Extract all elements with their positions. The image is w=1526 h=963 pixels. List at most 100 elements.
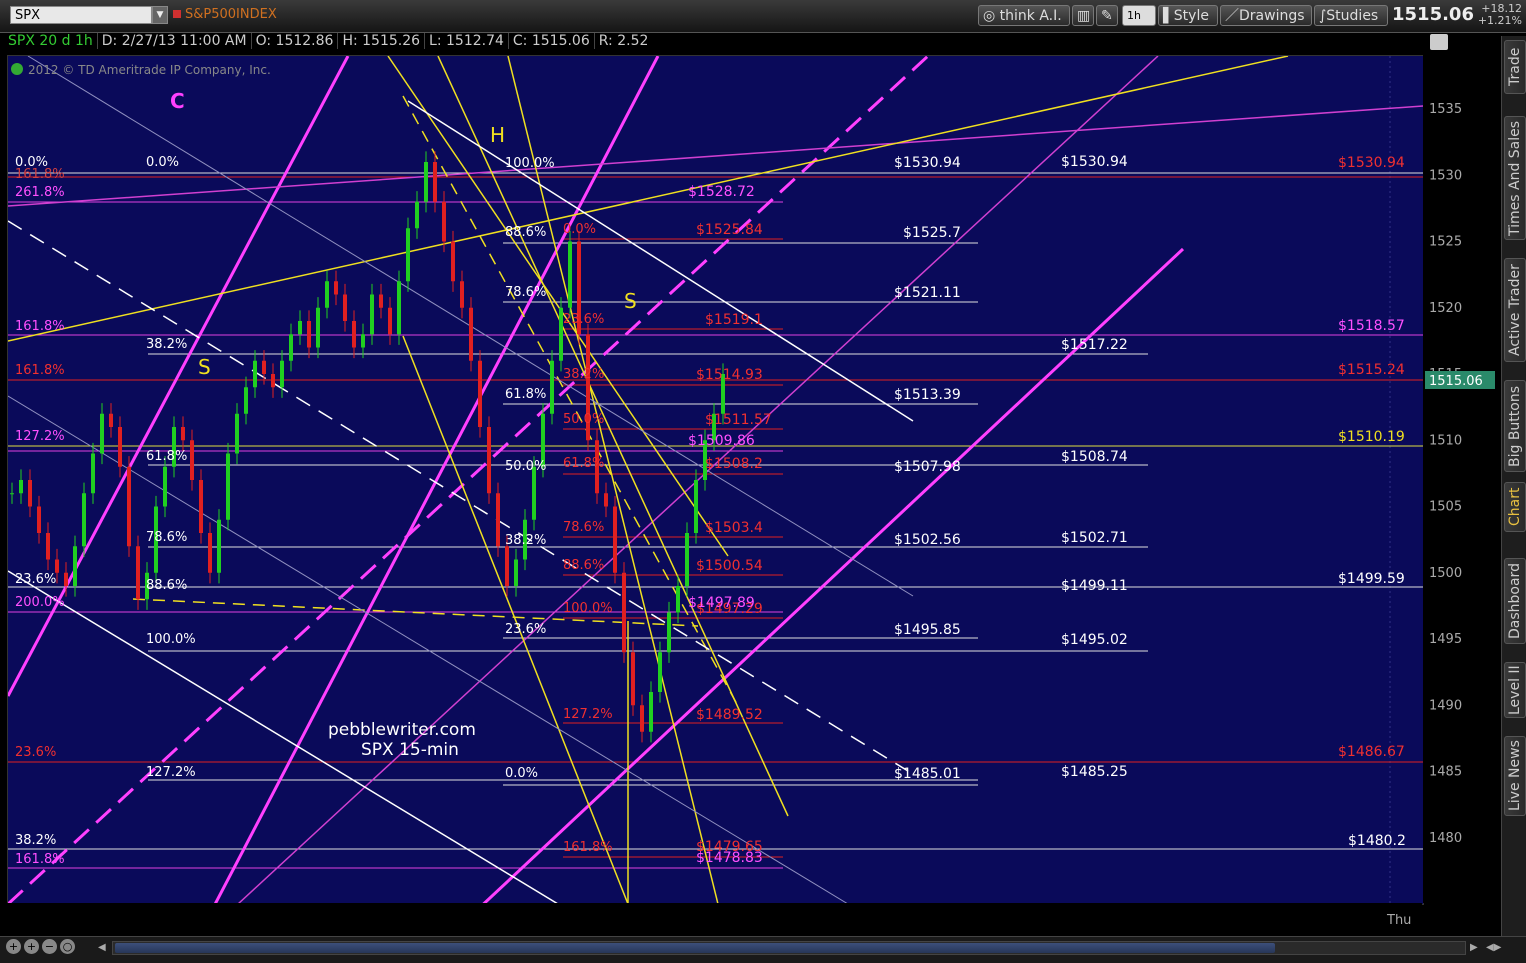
chart-settings-icon[interactable] [1430, 34, 1448, 50]
price-label: $1525.7 [903, 225, 961, 241]
candle-body [361, 334, 365, 348]
sidebar-tab-chart[interactable]: Chart [1504, 482, 1526, 532]
zoom-fit-icon[interactable]: + [6, 939, 21, 954]
candle-body [685, 533, 689, 586]
chart-ticker[interactable]: SPX 20 d 1h [8, 33, 98, 49]
price-label: $1530.94 [1061, 154, 1128, 170]
fib-label: 161.8% [15, 167, 65, 182]
sidebar-tab-live-news[interactable]: Live News [1504, 736, 1526, 816]
sidebar-tab-dashboard[interactable]: Dashboard [1504, 558, 1526, 644]
price-axis[interactable]: 1535153015251520151515101505150014951490… [1423, 55, 1501, 903]
fib-label: 38.2% [505, 533, 546, 548]
candle-body [505, 546, 509, 586]
drawings-button[interactable]: ／Drawings [1220, 5, 1312, 26]
right-sidebar: Trade Times And Sales Active Trader Big … [1501, 36, 1526, 936]
candle-body [343, 294, 347, 321]
scrollbar-thumb[interactable] [115, 943, 1275, 953]
think-ai-button[interactable]: ◎ think A.I. [978, 5, 1070, 26]
price-axis-tick: 1480 [1429, 831, 1462, 846]
price-label: $1485.01 [894, 766, 961, 782]
style-button[interactable]: ▌Style [1158, 5, 1218, 26]
fib-label: 100.0% [505, 156, 555, 171]
symbol-input[interactable]: SPX [10, 6, 152, 24]
scroll-left-icon[interactable]: ◀ [98, 942, 106, 953]
candle-body [694, 480, 698, 533]
price-label: $1502.71 [1061, 530, 1128, 546]
pattern-label-c: C [170, 89, 185, 113]
price-label: $1515.24 [1338, 362, 1405, 378]
drawings-label: Drawings [1239, 8, 1305, 24]
price-axis-tick: 1520 [1429, 301, 1462, 316]
sidebar-tab-trade[interactable]: Trade [1504, 40, 1526, 94]
chart-scrollbar[interactable] [112, 941, 1466, 955]
candle-body [550, 360, 554, 414]
candle-body [217, 519, 221, 573]
price-axis-tick: 1490 [1429, 698, 1462, 713]
status-icon [11, 63, 23, 75]
price-chart[interactable]: C H S S pebblewriter.com SPX 15-min 2012… [7, 55, 1424, 905]
price-axis-tick: 1485 [1429, 765, 1462, 780]
sidebar-tab-big-buttons[interactable]: Big Buttons [1504, 380, 1526, 472]
symbol-description-text: S&P500INDEX [185, 7, 277, 22]
fib-label: 78.6% [505, 285, 546, 300]
fib-label: 161.8% [15, 852, 65, 867]
top-toolbar: SPX ▼ S&P500INDEX ◎ think A.I. ▥ ✎ 1h ▌S… [0, 0, 1526, 33]
candle-body [289, 334, 293, 361]
think-ai-label: think A.I. [999, 8, 1062, 24]
symbol-description: S&P500INDEX [173, 7, 277, 22]
price-label: $1514.93 [696, 367, 763, 383]
sidebar-tab-active-trader[interactable]: Active Trader [1504, 258, 1526, 362]
candle-body [442, 201, 446, 242]
zoom-in-icon[interactable]: + [24, 939, 39, 954]
time-axis-label: Thu [1387, 913, 1412, 928]
price-label: $1511.57 [705, 412, 772, 428]
zoom-out-icon[interactable]: − [42, 939, 57, 954]
zoom-reset-icon[interactable]: ○ [60, 939, 75, 954]
candle-body [190, 440, 194, 480]
candle-body [19, 480, 23, 494]
fib-label: 38.2% [15, 833, 56, 848]
price-label: $1485.25 [1061, 764, 1128, 780]
fib-label: 23.6% [15, 745, 56, 760]
candle-body [46, 533, 50, 560]
price-label: $1489.52 [696, 707, 763, 723]
sidebar-tab-times-and-sales[interactable]: Times And Sales [1504, 116, 1526, 240]
candle-body [460, 281, 464, 308]
last-price: 1515.06 [1392, 4, 1474, 25]
price-axis-svg: 1535153015251520151515101505150014951490… [1425, 102, 1495, 846]
candle-body [604, 493, 608, 507]
candle-body [631, 652, 635, 706]
price-label: $1480.2 [1348, 833, 1406, 849]
candle-body [433, 162, 437, 202]
price-label: $1525.84 [696, 222, 763, 238]
scroll-right-icon[interactable]: ▶ [1470, 942, 1478, 953]
fib-label: 127.2% [146, 765, 196, 780]
bar-low: L: 1512.74 [429, 33, 509, 49]
price-label: $1495.02 [1061, 632, 1128, 648]
candle-body [91, 453, 95, 494]
candle-body [568, 241, 572, 308]
pattern-label-s-left: S [198, 355, 211, 379]
sidebar-tab-level-ii[interactable]: Level II [1504, 662, 1526, 718]
fib-label: 61.8% [146, 449, 187, 464]
expand-icon[interactable]: ◀▶ [1486, 942, 1501, 953]
time-axis[interactable]: Thu [7, 903, 1422, 935]
candle-body [370, 294, 374, 335]
price-axis-tick: 1505 [1429, 500, 1462, 515]
studies-button[interactable]: ∫Studies [1314, 5, 1388, 26]
price-label: $1517.22 [1061, 337, 1128, 353]
candle-body [622, 572, 626, 653]
candle-body [235, 413, 239, 454]
candle-body [253, 360, 257, 388]
chart-type-button[interactable]: ▥ [1072, 5, 1094, 26]
fib-label: 88.6% [505, 225, 546, 240]
pencil-icon: ／ [1225, 8, 1239, 24]
symbol-dropdown-button[interactable]: ▼ [152, 6, 168, 24]
period-button[interactable]: 1h [1122, 5, 1156, 26]
candle-body [244, 387, 248, 414]
candle-body [649, 692, 653, 732]
price-change: +18.12 +1.21% [1472, 3, 1522, 27]
tools-button[interactable]: ✎ [1096, 5, 1118, 26]
price-label: $1497.89 [688, 595, 755, 611]
price-label: $1499.11 [1061, 578, 1128, 594]
